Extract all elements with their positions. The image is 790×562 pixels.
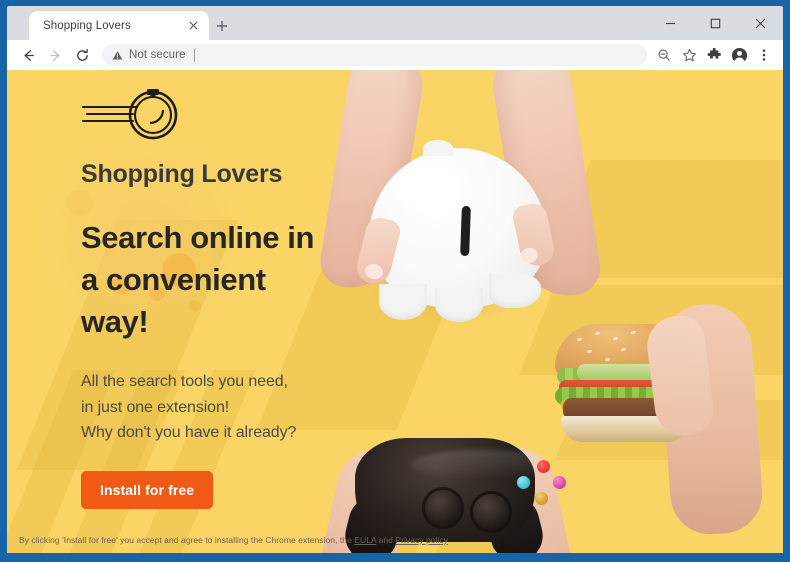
browser-window: Shopping Lovers Not secure Shopping Love… (0, 0, 790, 562)
controller-highlight (411, 450, 551, 480)
piggy-bank-ear (423, 140, 453, 156)
window-controls (648, 6, 783, 40)
security-status-text: Not secure (129, 49, 186, 61)
privacy-policy-link[interactable]: Privacy policy (395, 535, 448, 545)
disclaimer-prefix: By clicking 'Install for free' you accep… (19, 535, 355, 545)
text-cursor (193, 48, 195, 62)
extensions-puzzle-icon[interactable] (702, 43, 726, 67)
not-secure-warning-icon (112, 50, 123, 61)
profile-avatar-icon[interactable] (727, 43, 751, 67)
new-tab-button[interactable] (209, 14, 235, 38)
burger-lettuce (555, 387, 695, 405)
bookmark-star-icon[interactable] (677, 43, 701, 67)
controller-button-gold (535, 492, 548, 505)
tab-strip: Shopping Lovers (7, 6, 783, 40)
browser-toolbar: Not secure (7, 40, 783, 70)
burger-cucumber (577, 364, 663, 380)
burger-patty (563, 398, 687, 420)
burger-cheese (561, 400, 693, 410)
minimize-icon[interactable] (648, 6, 693, 40)
eula-link[interactable]: EULA (354, 535, 376, 545)
close-window-icon[interactable] (738, 6, 783, 40)
controller-left-stick (425, 490, 461, 526)
address-bar[interactable]: Not secure (102, 44, 647, 66)
right-thumb (510, 201, 558, 269)
piggy-bank-foot (435, 288, 483, 322)
piggy-bank-coin-slot (460, 205, 471, 257)
background-watermark (554, 400, 783, 460)
background-watermark (518, 285, 783, 375)
reload-icon[interactable] (69, 42, 95, 68)
stopwatch-logo (81, 88, 411, 146)
page-headline: Search online in a convenient way! (81, 217, 411, 343)
maximize-icon[interactable] (693, 6, 738, 40)
subhead-line-1: All the search tools you need, (81, 373, 288, 391)
controller-button-red (537, 460, 550, 473)
controller-button-cyan (517, 476, 530, 489)
hero-content: Shopping Lovers Search online in a conve… (81, 88, 411, 510)
burger-lettuce (557, 368, 695, 384)
burger-bottom-bun (561, 416, 689, 442)
zoom-out-icon[interactable] (652, 43, 676, 67)
burger-hand-fingers (643, 312, 717, 440)
subhead-line-3: Why don't you have it already? (81, 424, 297, 441)
burger-top-bun (555, 324, 697, 376)
burger-tomato (559, 380, 693, 395)
background-watermark (543, 160, 783, 278)
piggy-bank-foot (489, 274, 541, 308)
browser-tab[interactable]: Shopping Lovers (29, 11, 209, 40)
page-subheadline: All the search tools you need, in just o… (81, 369, 411, 445)
chrome-menu-icon[interactable] (752, 43, 776, 67)
right-thumbnail (518, 245, 540, 266)
disclaimer-between: and (376, 535, 396, 545)
close-icon[interactable] (185, 18, 201, 34)
headline-line-3: way! (81, 304, 149, 340)
burger (555, 324, 697, 442)
tab-title: Shopping Lovers (43, 19, 131, 32)
browser-chrome: Shopping Lovers Not secure (7, 6, 783, 70)
controller-right-stick (473, 494, 509, 530)
forward-icon[interactable] (42, 42, 68, 68)
headline-line-1: Search online in (81, 220, 315, 255)
brand-title: Shopping Lovers (81, 160, 283, 188)
back-icon[interactable] (15, 42, 41, 68)
burger-arm (657, 301, 765, 537)
install-for-free-button[interactable]: Install for free (81, 471, 214, 510)
page-viewport: Shopping Lovers Search online in a conve… (7, 70, 783, 553)
controller-button-magenta (553, 476, 566, 489)
hand-holding-burger-image (547, 301, 783, 538)
subhead-line-2: in just one extension! (81, 398, 230, 416)
disclaimer-text: By clicking 'Install for free' you accep… (19, 535, 771, 545)
right-arm (487, 70, 605, 303)
headline-line-2: a convenient (81, 262, 266, 298)
